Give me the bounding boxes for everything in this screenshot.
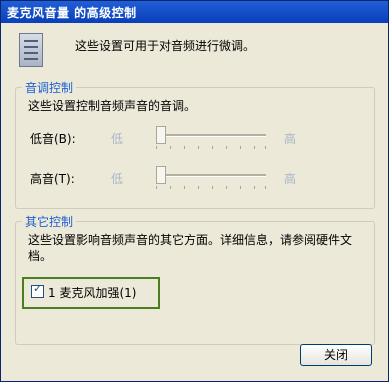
bass-slider-tick bbox=[198, 146, 199, 149]
treble-slider-tick bbox=[265, 186, 266, 189]
bass-slider-tick bbox=[254, 146, 255, 149]
bass-slider-tick bbox=[170, 146, 171, 149]
bass-low-label: 低 bbox=[111, 132, 124, 146]
checkmark-icon: ✓ bbox=[33, 282, 43, 295]
mic-boost-label: 1 麦克风加强(1) bbox=[48, 286, 137, 300]
other-control-legend: 其它控制 bbox=[22, 213, 77, 230]
bass-slider-tick bbox=[265, 146, 266, 149]
treble-slider-tick bbox=[240, 186, 241, 189]
close-button[interactable]: 关闭 bbox=[300, 344, 372, 366]
treble-slider-tick bbox=[254, 186, 255, 189]
treble-slider-tick bbox=[156, 186, 157, 189]
treble-slider-track bbox=[156, 174, 266, 177]
treble-slider-tick bbox=[184, 186, 185, 189]
treble-label: 高音(T): bbox=[30, 172, 75, 186]
bass-label: 低音(B): bbox=[30, 132, 76, 146]
bass-slider-track bbox=[156, 134, 266, 137]
treble-low-label: 低 bbox=[111, 172, 124, 186]
treble-slider-tick bbox=[212, 186, 213, 189]
treble-high-label: 高 bbox=[284, 172, 297, 186]
bass-slider-tick bbox=[184, 146, 185, 149]
bass-high-label: 高 bbox=[284, 132, 297, 146]
treble-slider-thumb[interactable] bbox=[156, 166, 166, 184]
settings-document-icon bbox=[19, 33, 43, 67]
bass-slider[interactable] bbox=[156, 126, 266, 149]
tone-control-group: 音调控制 这些设置控制音频声音的音调。 低音(B): 低 高 高音(T): 低 bbox=[15, 79, 375, 209]
title-bar: 麦克风音量 的高级控制 bbox=[1, 1, 388, 23]
mic-boost-checkbox-row[interactable]: ✓ 1 麦克风加强(1) bbox=[22, 277, 160, 309]
treble-slider-tick bbox=[198, 186, 199, 189]
bass-slider-tick bbox=[226, 146, 227, 149]
other-control-description: 这些设置影响音频声音的其它方面。详细信息，请参阅硬件文档。 bbox=[28, 233, 353, 263]
window-title: 麦克风音量 的高级控制 bbox=[7, 6, 137, 20]
dialog-content: 这些设置可用于对音频进行微调。 音调控制 这些设置控制音频声音的音调。 低音(B… bbox=[1, 23, 388, 381]
treble-slider-tick bbox=[226, 186, 227, 189]
other-control-group: 其它控制 这些设置影响音频声音的其它方面。详细信息，请参阅硬件文档。 ✓ 1 麦… bbox=[15, 213, 375, 345]
treble-slider-tick bbox=[170, 186, 171, 189]
bass-slider-tick bbox=[212, 146, 213, 149]
treble-slider[interactable] bbox=[156, 166, 266, 189]
advanced-controls-window: 麦克风音量 的高级控制 这些设置可用于对音频进行微调。 音调控制 这些设置控制音… bbox=[0, 0, 389, 382]
bass-slider-tick bbox=[156, 146, 157, 149]
intro-text: 这些设置可用于对音频进行微调。 bbox=[75, 39, 256, 53]
tone-control-legend: 音调控制 bbox=[22, 79, 77, 96]
tone-control-description: 这些设置控制音频声音的音调。 bbox=[28, 99, 197, 113]
bass-slider-tick bbox=[240, 146, 241, 149]
mic-boost-checkbox[interactable]: ✓ bbox=[31, 282, 44, 298]
bass-slider-thumb[interactable] bbox=[156, 126, 166, 144]
